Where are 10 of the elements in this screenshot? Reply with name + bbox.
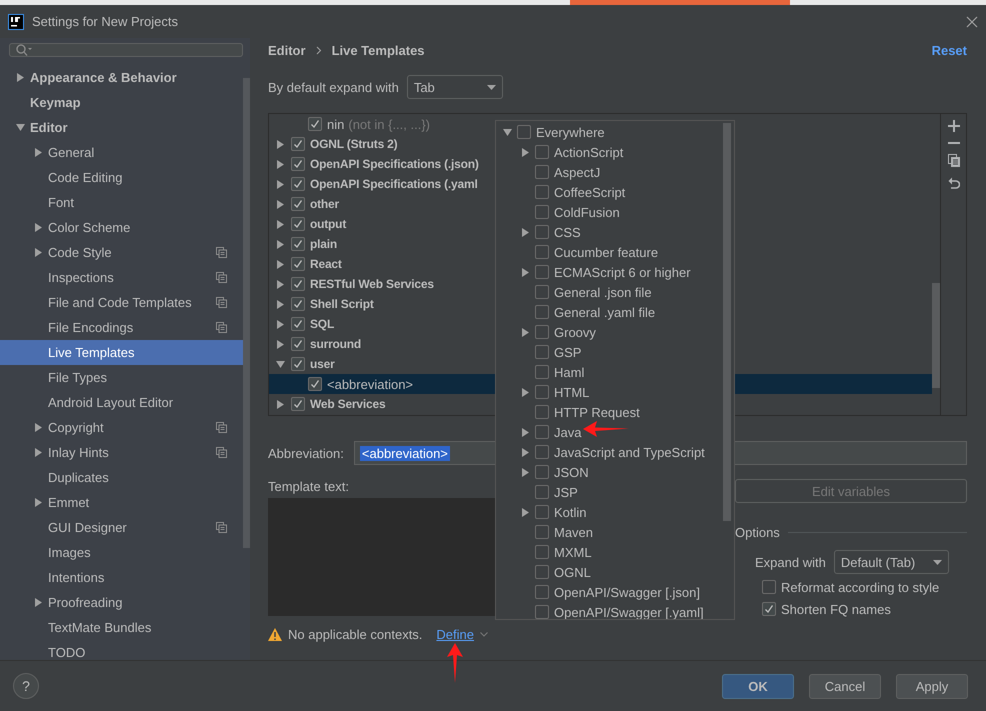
warning-text: No applicable contexts. <box>288 626 422 642</box>
field-label: Template text: <box>268 479 349 494</box>
field-label: Expand with <box>755 554 826 570</box>
window-title: Settings for New Projects <box>32 14 179 29</box>
checkbox-label: Shorten FQ names <box>781 602 891 616</box>
field-label: By default expand with <box>268 80 399 94</box>
breadcrumb-item: Live Templates <box>332 42 425 58</box>
section-title: Options <box>735 525 780 540</box>
field-label: Abbreviation: <box>268 446 344 460</box>
checkbox-label: Reformat according to style <box>781 580 940 594</box>
